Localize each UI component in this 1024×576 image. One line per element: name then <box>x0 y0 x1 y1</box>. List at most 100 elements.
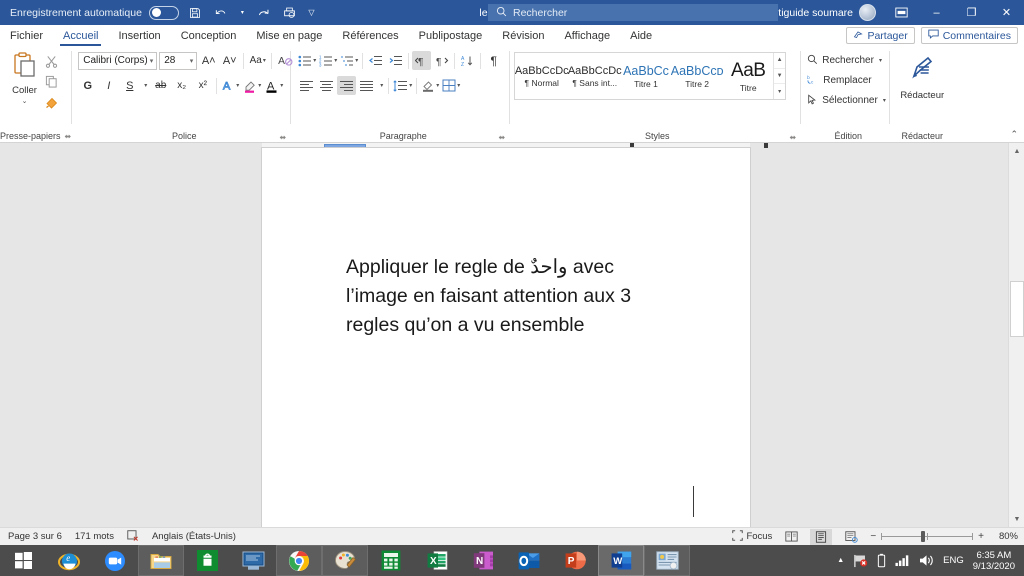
zoom-in-button[interactable]: + <box>978 531 984 542</box>
align-right-icon[interactable] <box>337 76 357 95</box>
justify-icon[interactable] <box>357 76 376 95</box>
taskbar-file-explorer-icon[interactable] <box>138 545 184 576</box>
cut-icon[interactable] <box>43 53 60 70</box>
styles-scroll-down-icon[interactable]: ▼ <box>774 69 786 85</box>
taskbar-calculator-icon[interactable] <box>368 545 414 576</box>
taskbar-microsoft-powerpoint-icon[interactable]: P <box>552 545 598 576</box>
zoom-track[interactable] <box>881 531 974 542</box>
windows-start-icon[interactable] <box>0 545 46 576</box>
battery-icon[interactable] <box>877 553 886 568</box>
maximize-button[interactable]: ❐ <box>954 0 989 25</box>
save-icon[interactable] <box>186 3 205 22</box>
style-titre-1[interactable]: AaBbCᴄ Titre 1 <box>621 53 671 99</box>
subscript-button[interactable]: x₂ <box>172 76 191 95</box>
shading-caret-icon[interactable]: ▾ <box>436 82 439 89</box>
underline-button[interactable]: S <box>120 76 139 95</box>
taskbar-paint-icon[interactable] <box>322 545 368 576</box>
styles-gallery[interactable]: AaBbCcDc ¶ Normal AaBbCcDc ¶ Sans int...… <box>514 52 787 100</box>
paste-dropdown-caret-icon[interactable]: ⌄ <box>22 97 28 105</box>
ruler-tab-marker-2[interactable] <box>764 143 768 148</box>
print-preview-icon[interactable] <box>280 3 299 22</box>
find-button[interactable]: Rechercher ▾ <box>807 52 882 69</box>
borders-caret-icon[interactable]: ▾ <box>457 82 460 89</box>
font-color-button[interactable]: A ▾ <box>264 76 284 95</box>
collapse-ribbon-button[interactable]: ⌃ <box>1010 129 1018 140</box>
zoom-out-button[interactable]: − <box>870 531 876 542</box>
ribbon-display-options-icon[interactable] <box>884 0 919 25</box>
copy-icon[interactable] <box>43 73 60 90</box>
share-button[interactable]: Partager <box>846 27 915 44</box>
taskbar-control-panel-icon[interactable] <box>644 545 690 576</box>
tab-insertion[interactable]: Insertion <box>108 25 170 46</box>
italic-button[interactable]: I <box>99 76 118 95</box>
zoom-level[interactable]: 80% <box>992 531 1018 542</box>
tab-conception[interactable]: Conception <box>171 25 247 46</box>
style-titre[interactable]: AaB Titre <box>724 53 774 99</box>
web-layout-icon[interactable] <box>840 529 862 545</box>
clock[interactable]: 6:35 AM 9/13/2020 <box>973 550 1015 572</box>
tab-revision[interactable]: Révision <box>492 25 554 46</box>
replace-button[interactable]: bc Remplacer <box>807 72 871 89</box>
page-indicator[interactable]: Page 3 sur 6 <box>8 531 62 542</box>
font-name-combo[interactable]: Calibri (Corps) ▾ <box>78 51 158 70</box>
select-caret-icon[interactable]: ▾ <box>883 97 886 104</box>
document-paragraph[interactable]: Appliquer le regle de واحدٌ avec l’image… <box>346 253 686 340</box>
shading-icon[interactable]: ▾ <box>420 76 440 95</box>
font-color-caret-icon[interactable]: ▾ <box>280 82 283 89</box>
bullets-caret-icon[interactable]: ▾ <box>313 57 316 64</box>
security-alert-icon[interactable] <box>853 554 868 568</box>
read-mode-icon[interactable] <box>780 529 802 545</box>
tab-affichage[interactable]: Affichage <box>554 25 620 46</box>
focus-button[interactable]: Focus <box>732 529 772 544</box>
bullets-icon[interactable]: ▾ <box>297 51 317 70</box>
tab-fichier[interactable]: Fichier <box>0 25 53 46</box>
taskbar-microsoft-onenote-icon[interactable]: N <box>460 545 506 576</box>
font-size-combo[interactable]: 28 ▾ <box>159 51 198 70</box>
undo-icon[interactable] <box>212 3 231 22</box>
paste-button[interactable]: Coller ⌄ <box>6 50 43 105</box>
input-language[interactable]: ENG <box>943 555 964 566</box>
font-size-caret-icon[interactable]: ▾ <box>190 57 194 65</box>
text-effects-button[interactable]: A ▾ <box>221 76 240 95</box>
highlight-color-button[interactable]: ▾ <box>242 76 262 95</box>
redo-icon[interactable] <box>254 3 273 22</box>
ltr-direction-icon[interactable]: ¶ <box>432 51 451 70</box>
styles-dialog-launcher-icon[interactable]: ⬌ <box>790 133 797 142</box>
taskbar-microsoft-outlook-icon[interactable] <box>506 545 552 576</box>
justify-caret-icon[interactable]: ▾ <box>377 76 385 95</box>
format-painter-icon[interactable] <box>43 93 60 110</box>
comments-button[interactable]: Commentaires <box>920 27 1018 44</box>
rtl-direction-icon[interactable]: ¶ <box>412 51 432 70</box>
undo-dropdown-caret-icon[interactable]: ▾ <box>238 3 247 22</box>
line-spacing-caret-icon[interactable]: ▾ <box>409 82 412 89</box>
strikethrough-button[interactable]: ab <box>151 76 170 95</box>
taskbar-zoom-icon[interactable] <box>92 545 138 576</box>
align-left-icon[interactable] <box>297 76 316 95</box>
scroll-down-icon[interactable]: ▼ <box>1009 511 1024 527</box>
tab-aide[interactable]: Aide <box>620 25 662 46</box>
word-count[interactable]: 171 mots <box>75 531 114 542</box>
tab-accueil[interactable]: Accueil <box>53 25 108 46</box>
styles-gallery-scrollbar[interactable]: ▲ ▼ ▾ <box>773 53 786 99</box>
minimize-button[interactable]: – <box>919 0 954 25</box>
customize-quick-access-icon[interactable]: ▽ <box>306 3 317 22</box>
increase-indent-icon[interactable] <box>386 51 405 70</box>
styles-scroll-up-icon[interactable]: ▲ <box>774 53 786 69</box>
zoom-slider[interactable]: − + <box>870 531 984 542</box>
change-case-button[interactable]: Aa ▾ <box>248 51 267 70</box>
show-hidden-icons-icon[interactable]: ▲ <box>837 557 844 564</box>
highlight-caret-icon[interactable]: ▾ <box>258 82 261 89</box>
multilevel-list-icon[interactable]: ▾ <box>339 51 359 70</box>
style-sans-interligne[interactable]: AaBbCcDc ¶ Sans int... <box>568 53 622 99</box>
change-case-caret-icon[interactable]: ▾ <box>263 57 266 64</box>
taskbar-lenovo-vantage-icon[interactable] <box>230 545 276 576</box>
taskbar-microsoft-store-icon[interactable] <box>184 545 230 576</box>
document-page[interactable]: Appliquer le regle de واحدٌ avec l’image… <box>262 148 750 527</box>
underline-caret-icon[interactable]: ▾ <box>141 76 149 95</box>
shrink-font-button[interactable]: A˅ <box>220 51 239 70</box>
borders-icon[interactable]: ▾ <box>441 76 461 95</box>
network-signal-icon[interactable] <box>895 554 910 567</box>
numbering-icon[interactable]: 1 2 3 ▾ <box>318 51 338 70</box>
paragraph-dialog-launcher-icon[interactable]: ⬌ <box>499 133 506 142</box>
clipboard-dialog-launcher-icon[interactable]: ⬌ <box>65 132 72 141</box>
